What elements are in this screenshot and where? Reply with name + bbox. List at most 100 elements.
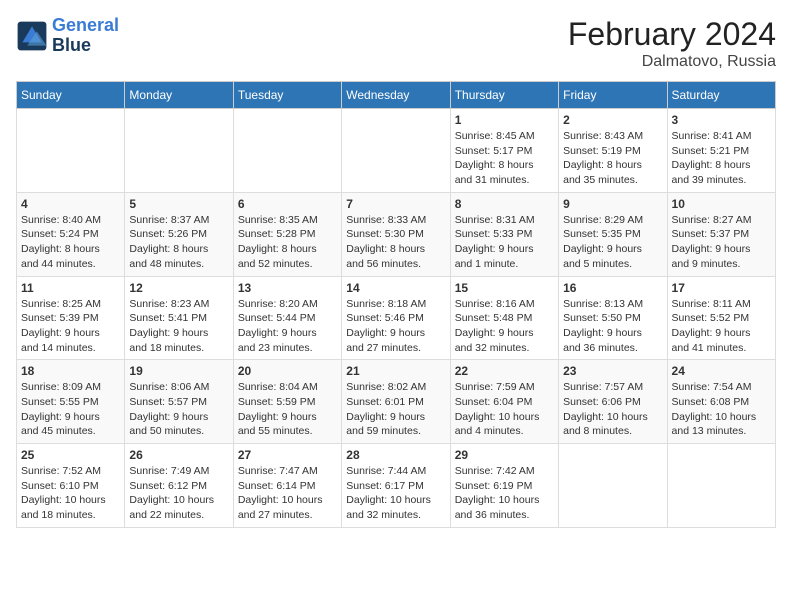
- day-info: Sunrise: 7:49 AMSunset: 6:12 PMDaylight:…: [129, 464, 228, 523]
- day-number: 9: [563, 197, 662, 211]
- header-monday: Monday: [125, 82, 233, 109]
- header-sunday: Sunday: [17, 82, 125, 109]
- day-cell: 29Sunrise: 7:42 AMSunset: 6:19 PMDayligh…: [450, 444, 558, 528]
- day-info: Sunrise: 8:18 AMSunset: 5:46 PMDaylight:…: [346, 297, 445, 356]
- day-info: Sunrise: 7:54 AMSunset: 6:08 PMDaylight:…: [672, 380, 771, 439]
- day-info: Sunrise: 8:31 AMSunset: 5:33 PMDaylight:…: [455, 213, 554, 272]
- day-info: Sunrise: 8:45 AMSunset: 5:17 PMDaylight:…: [455, 129, 554, 188]
- day-info: Sunrise: 8:23 AMSunset: 5:41 PMDaylight:…: [129, 297, 228, 356]
- day-cell: [559, 444, 667, 528]
- day-number: 15: [455, 281, 554, 295]
- day-number: 6: [238, 197, 337, 211]
- day-info: Sunrise: 7:59 AMSunset: 6:04 PMDaylight:…: [455, 380, 554, 439]
- day-cell: 5 Sunrise: 8:37 AMSunset: 5:26 PMDaylight…: [125, 192, 233, 276]
- day-number: 2: [563, 113, 662, 127]
- day-number: 24: [672, 364, 771, 378]
- logo: GeneralBlue: [16, 16, 119, 56]
- day-info: Sunrise: 8:35 AMSunset: 5:28 PMDaylight:…: [238, 213, 337, 272]
- day-cell: 14Sunrise: 8:18 AMSunset: 5:46 PMDayligh…: [342, 276, 450, 360]
- calendar-table: SundayMondayTuesdayWednesdayThursdayFrid…: [16, 81, 776, 528]
- location: Dalmatovo, Russia: [568, 53, 776, 71]
- header-thursday: Thursday: [450, 82, 558, 109]
- day-info: Sunrise: 8:06 AMSunset: 5:57 PMDaylight:…: [129, 380, 228, 439]
- day-info: Sunrise: 8:16 AMSunset: 5:48 PMDaylight:…: [455, 297, 554, 356]
- day-cell: 8 Sunrise: 8:31 AMSunset: 5:33 PMDaylight…: [450, 192, 558, 276]
- day-cell: 2 Sunrise: 8:43 AMSunset: 5:19 PMDaylight…: [559, 109, 667, 193]
- day-cell: 7 Sunrise: 8:33 AMSunset: 5:30 PMDaylight…: [342, 192, 450, 276]
- day-number: 16: [563, 281, 662, 295]
- day-number: 18: [21, 364, 120, 378]
- day-cell: 1 Sunrise: 8:45 AMSunset: 5:17 PMDaylight…: [450, 109, 558, 193]
- day-cell: 3 Sunrise: 8:41 AMSunset: 5:21 PMDaylight…: [667, 109, 775, 193]
- day-info: Sunrise: 8:33 AMSunset: 5:30 PMDaylight:…: [346, 213, 445, 272]
- day-number: 22: [455, 364, 554, 378]
- day-number: 1: [455, 113, 554, 127]
- day-info: Sunrise: 8:20 AMSunset: 5:44 PMDaylight:…: [238, 297, 337, 356]
- day-number: 23: [563, 364, 662, 378]
- day-cell: 11 Sunrise: 8:25 AMSunset: 5:39 PMDayligh…: [17, 276, 125, 360]
- day-info: Sunrise: 8:11 AMSunset: 5:52 PMDaylight:…: [672, 297, 771, 356]
- day-number: 25: [21, 448, 120, 462]
- day-cell: 6 Sunrise: 8:35 AMSunset: 5:28 PMDaylight…: [233, 192, 341, 276]
- day-info: Sunrise: 8:13 AMSunset: 5:50 PMDaylight:…: [563, 297, 662, 356]
- calendar-header-row: SundayMondayTuesdayWednesdayThursdayFrid…: [17, 82, 776, 109]
- day-number: 12: [129, 281, 228, 295]
- day-cell: 18 Sunrise: 8:09 AMSunset: 5:55 PMDayligh…: [17, 360, 125, 444]
- day-cell: 28Sunrise: 7:44 AMSunset: 6:17 PMDayligh…: [342, 444, 450, 528]
- header-tuesday: Tuesday: [233, 82, 341, 109]
- day-number: 8: [455, 197, 554, 211]
- day-number: 17: [672, 281, 771, 295]
- day-cell: 17 Sunrise: 8:11 AMSunset: 5:52 PMDayligh…: [667, 276, 775, 360]
- day-number: 20: [238, 364, 337, 378]
- week-row-1: 4Sunrise: 8:40 AMSunset: 5:24 PMDaylight…: [17, 192, 776, 276]
- day-cell: [17, 109, 125, 193]
- day-cell: 22 Sunrise: 7:59 AMSunset: 6:04 PMDayligh…: [450, 360, 558, 444]
- title-area: February 2024 Dalmatovo, Russia: [568, 16, 776, 71]
- day-number: 7: [346, 197, 445, 211]
- day-number: 10: [672, 197, 771, 211]
- day-info: Sunrise: 8:04 AMSunset: 5:59 PMDaylight:…: [238, 380, 337, 439]
- day-cell: 15 Sunrise: 8:16 AMSunset: 5:48 PMDayligh…: [450, 276, 558, 360]
- day-cell: 24 Sunrise: 7:54 AMSunset: 6:08 PMDayligh…: [667, 360, 775, 444]
- logo-icon: [16, 20, 48, 52]
- day-info: Sunrise: 8:43 AMSunset: 5:19 PMDaylight:…: [563, 129, 662, 188]
- day-info: Sunrise: 8:41 AMSunset: 5:21 PMDaylight:…: [672, 129, 771, 188]
- day-cell: 16 Sunrise: 8:13 AMSunset: 5:50 PMDayligh…: [559, 276, 667, 360]
- day-number: 13: [238, 281, 337, 295]
- day-cell: 13 Sunrise: 8:20 AMSunset: 5:44 PMDayligh…: [233, 276, 341, 360]
- day-number: 3: [672, 113, 771, 127]
- logo-text: GeneralBlue: [52, 16, 119, 56]
- day-info: Sunrise: 8:25 AMSunset: 5:39 PMDaylight:…: [21, 297, 120, 356]
- day-cell: [233, 109, 341, 193]
- day-cell: 26Sunrise: 7:49 AMSunset: 6:12 PMDayligh…: [125, 444, 233, 528]
- day-info: Sunrise: 7:57 AMSunset: 6:06 PMDaylight:…: [563, 380, 662, 439]
- page-header: GeneralBlue February 2024 Dalmatovo, Rus…: [16, 16, 776, 71]
- day-cell: 4Sunrise: 8:40 AMSunset: 5:24 PMDaylight…: [17, 192, 125, 276]
- day-info: Sunrise: 7:44 AMSunset: 6:17 PMDaylight:…: [346, 464, 445, 523]
- day-info: Sunrise: 8:02 AMSunset: 6:01 PMDaylight:…: [346, 380, 445, 439]
- day-cell: [667, 444, 775, 528]
- day-cell: 20 Sunrise: 8:04 AMSunset: 5:59 PMDayligh…: [233, 360, 341, 444]
- day-info: Sunrise: 7:47 AMSunset: 6:14 PMDaylight:…: [238, 464, 337, 523]
- day-number: 11: [21, 281, 120, 295]
- day-cell: 12 Sunrise: 8:23 AMSunset: 5:41 PMDayligh…: [125, 276, 233, 360]
- day-number: 19: [129, 364, 228, 378]
- day-info: Sunrise: 8:09 AMSunset: 5:55 PMDaylight:…: [21, 380, 120, 439]
- day-cell: [125, 109, 233, 193]
- header-saturday: Saturday: [667, 82, 775, 109]
- day-cell: 23 Sunrise: 7:57 AMSunset: 6:06 PMDayligh…: [559, 360, 667, 444]
- day-cell: 25Sunrise: 7:52 AMSunset: 6:10 PMDayligh…: [17, 444, 125, 528]
- day-number: 27: [238, 448, 337, 462]
- day-cell: 19 Sunrise: 8:06 AMSunset: 5:57 PMDayligh…: [125, 360, 233, 444]
- day-number: 5: [129, 197, 228, 211]
- day-cell: [342, 109, 450, 193]
- week-row-3: 18 Sunrise: 8:09 AMSunset: 5:55 PMDayligh…: [17, 360, 776, 444]
- week-row-2: 11 Sunrise: 8:25 AMSunset: 5:39 PMDayligh…: [17, 276, 776, 360]
- day-cell: 27 Sunrise: 7:47 AMSunset: 6:14 PMDayligh…: [233, 444, 341, 528]
- day-number: 4: [21, 197, 120, 211]
- day-number: 29: [455, 448, 554, 462]
- week-row-4: 25Sunrise: 7:52 AMSunset: 6:10 PMDayligh…: [17, 444, 776, 528]
- day-number: 21: [346, 364, 445, 378]
- header-friday: Friday: [559, 82, 667, 109]
- day-info: Sunrise: 8:37 AMSunset: 5:26 PMDaylight:…: [129, 213, 228, 272]
